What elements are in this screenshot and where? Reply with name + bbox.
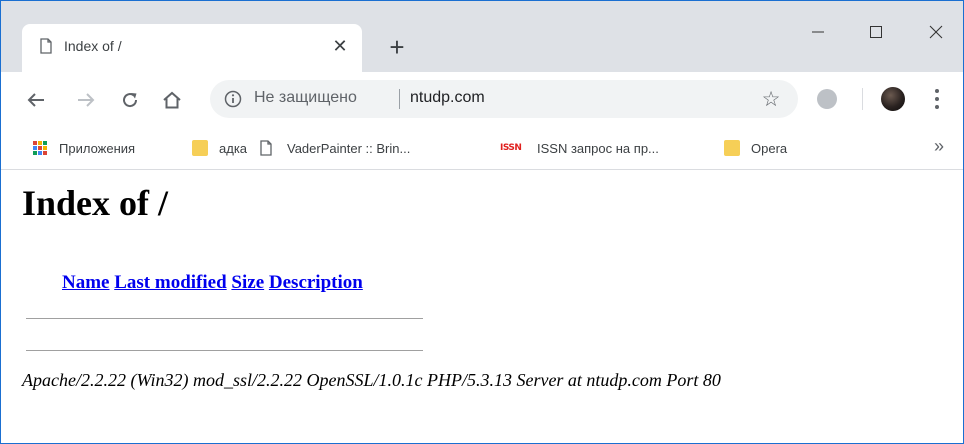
bookmark-folder-opera[interactable]: Opera bbox=[724, 139, 787, 157]
page-content: Index of / Name Last modified Size Descr… bbox=[0, 170, 964, 444]
folder-icon bbox=[192, 140, 208, 156]
extension-globe-icon[interactable] bbox=[817, 89, 837, 109]
page-icon bbox=[40, 38, 52, 54]
column-headers: Name Last modified Size Description bbox=[62, 272, 363, 294]
bookmarks-overflow-chevron-icon[interactable]: » bbox=[934, 136, 944, 157]
bookmark-label: Opera bbox=[751, 140, 788, 156]
navigation-toolbar: Не защищено ntudp.com ☆ bbox=[0, 72, 964, 126]
issn-favicon: ISSN bbox=[500, 143, 522, 153]
toolbar-separator bbox=[862, 88, 863, 110]
profile-avatar[interactable] bbox=[881, 87, 905, 111]
bookmark-label: Приложения bbox=[59, 140, 136, 156]
new-tab-icon[interactable]: + bbox=[383, 32, 411, 62]
minimize-icon[interactable] bbox=[798, 18, 838, 46]
forward-arrow-icon[interactable] bbox=[72, 86, 100, 114]
url-text[interactable]: ntudp.com bbox=[410, 89, 485, 107]
tab-title: Index of / bbox=[64, 38, 122, 54]
bookmark-label: VaderPainter :: Brin... bbox=[287, 140, 411, 156]
page-icon bbox=[260, 140, 276, 156]
bookmark-apps[interactable]: Приложения bbox=[32, 139, 135, 157]
back-arrow-icon[interactable] bbox=[22, 86, 50, 114]
tab-strip: Index of / ✕ + bbox=[0, 0, 964, 72]
tab-index-of[interactable]: Index of / ✕ bbox=[22, 24, 362, 72]
bookmark-folder-adka[interactable]: адка bbox=[192, 139, 247, 157]
security-status-label[interactable]: Не защищено bbox=[254, 89, 357, 107]
sort-by-name-link[interactable]: Name bbox=[62, 272, 109, 293]
maximize-icon[interactable] bbox=[856, 18, 896, 46]
bookmark-star-icon[interactable]: ☆ bbox=[760, 88, 782, 111]
bookmark-vaderpainter[interactable]: VaderPainter :: Brin... bbox=[260, 139, 410, 157]
tab-close-icon[interactable]: ✕ bbox=[328, 34, 352, 58]
omnibox-separator bbox=[399, 89, 400, 109]
sort-by-description-link[interactable]: Description bbox=[269, 272, 363, 293]
page-title: Index of / bbox=[22, 183, 169, 223]
server-signature: Apache/2.2.22 (Win32) mod_ssl/2.2.22 Ope… bbox=[22, 370, 721, 390]
reload-icon[interactable] bbox=[116, 86, 144, 114]
bookmark-issn[interactable]: ISSN ISSN запрос на пр... bbox=[500, 139, 659, 157]
bookmark-label: ISSN запрос на пр... bbox=[537, 140, 659, 156]
apps-grid-icon bbox=[32, 140, 48, 156]
bookmarks-bar: Приложения адка VaderPainter :: Brin... … bbox=[0, 126, 964, 170]
close-icon[interactable] bbox=[916, 18, 956, 46]
horizontal-rule bbox=[26, 350, 423, 351]
folder-icon bbox=[724, 140, 740, 156]
sort-by-size-link[interactable]: Size bbox=[231, 272, 264, 293]
more-menu-icon[interactable] bbox=[933, 87, 941, 111]
sort-by-last-modified-link[interactable]: Last modified bbox=[114, 272, 226, 293]
home-icon[interactable] bbox=[158, 86, 186, 114]
horizontal-rule bbox=[26, 318, 423, 319]
info-icon[interactable] bbox=[224, 90, 242, 108]
address-bar[interactable]: Не защищено ntudp.com ☆ bbox=[210, 80, 798, 118]
bookmark-label: адка bbox=[219, 140, 248, 156]
